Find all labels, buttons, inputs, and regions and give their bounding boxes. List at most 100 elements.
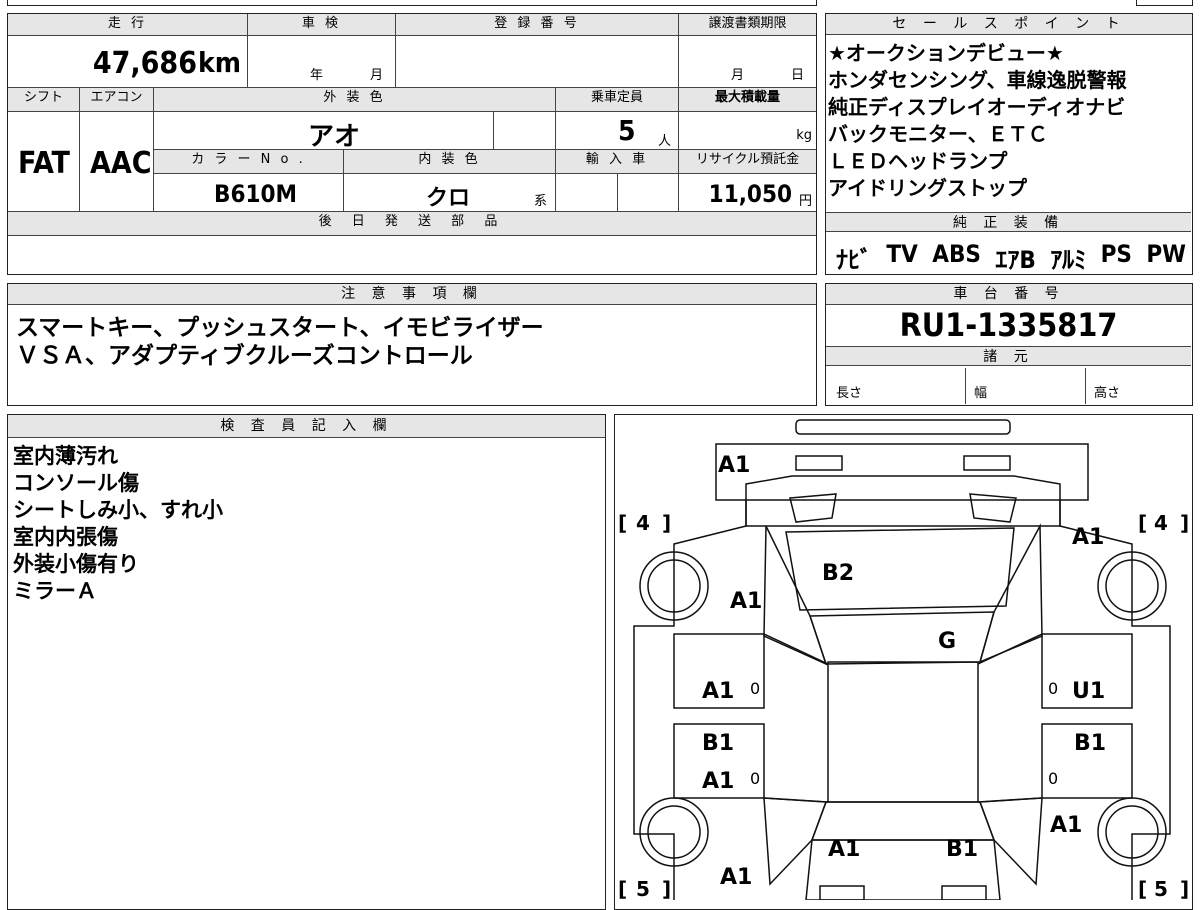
int-color-cell: クロ 系 bbox=[344, 174, 556, 212]
color-no-value: B610M bbox=[214, 180, 298, 208]
zero-mark: 0 bbox=[750, 679, 760, 698]
mark-left-front-fender: A1 bbox=[730, 589, 762, 614]
color-no-cell: B610M bbox=[154, 174, 344, 212]
top-cutoff-strip bbox=[7, 0, 817, 6]
mileage-header: 走 行 bbox=[8, 14, 248, 36]
mark-left-rear-door: A1 bbox=[702, 769, 734, 794]
zero-mark: 0 bbox=[1048, 679, 1058, 698]
tire-bracket-rl: [ bbox=[618, 877, 627, 900]
later-parts-header: 後 日 発 送 部 品 bbox=[8, 212, 816, 236]
ac-value: AAC bbox=[90, 146, 152, 181]
roof-shape bbox=[827, 661, 979, 803]
left-sill-line bbox=[763, 633, 829, 665]
sales-point-line: バックモニター、ＥＴＣ bbox=[828, 122, 1048, 146]
tire-bracket-fr-r: ] bbox=[1180, 511, 1189, 535]
ext-color-value: アオ bbox=[308, 122, 361, 152]
mark-left-step: B1 bbox=[702, 731, 734, 756]
tire-bracket-rr-r: ] bbox=[1180, 877, 1189, 900]
bottom-plate-shape-b bbox=[941, 885, 987, 900]
tire-fl: 4 bbox=[636, 511, 650, 535]
car-diagram: [ 4 ] [ 4 ] [ 5 ] [ 5 ] A1 A1 B2 A1 G A1… bbox=[618, 419, 1189, 900]
rear-wiper-right bbox=[969, 493, 1017, 523]
equipment-navi: ﾅﾋﾞ bbox=[836, 246, 872, 274]
doc-deadline-cell: 月 日 bbox=[679, 36, 816, 88]
doc-deadline-header: 譲渡書類期限 bbox=[679, 14, 816, 36]
sales-points-header: セ ー ル ス ポ イ ン ト bbox=[826, 14, 1192, 35]
sales-point-line: 純正ディスプレイオーディオナビ bbox=[828, 95, 1126, 119]
zero-mark: 0 bbox=[1048, 769, 1058, 788]
hood-shape bbox=[785, 527, 1015, 611]
tire-rl: 5 bbox=[636, 877, 650, 900]
inspection-month: 月 bbox=[370, 68, 384, 83]
int-color-value: クロ bbox=[426, 186, 471, 211]
left-lamp-shape bbox=[795, 455, 843, 471]
right-quarter-shape bbox=[978, 797, 1043, 886]
tire-bracket-fl-r: ] bbox=[662, 511, 671, 535]
chassis-box: 車 台 番 号 RU1-1335817 諸 元 長さ 幅 高さ bbox=[825, 283, 1193, 406]
tire-fr: 4 bbox=[1154, 511, 1168, 535]
color-no-header: カ ラ ー N o . bbox=[154, 150, 344, 174]
tire-rr: 5 bbox=[1154, 877, 1168, 900]
tire-bracket-fr: [ bbox=[1138, 511, 1147, 535]
doc-month: 月 bbox=[731, 68, 745, 83]
notes-box: 注 意 事 項 欄 スマートキー、プッシュスタート、イモビライザー ＶＳＡ、アダ… bbox=[7, 283, 817, 406]
int-color-header: 内 装 色 bbox=[344, 150, 556, 174]
equipment-pw: PW bbox=[1146, 240, 1186, 268]
mark-rear-right: B1 bbox=[946, 837, 978, 862]
length-label: 長さ bbox=[836, 386, 863, 401]
mark-right-front-fender: A1 bbox=[1072, 525, 1104, 550]
tire-bracket-rl-r: ] bbox=[662, 877, 671, 900]
windshield-shape bbox=[808, 611, 995, 665]
spec-header: 諸 元 bbox=[826, 346, 1191, 366]
mark-left-front-door: A1 bbox=[702, 679, 734, 704]
recycle-unit: 円 bbox=[798, 194, 812, 209]
sales-points-list: ★オークションデビュー★ ホンダセンシング、車線逸脱警報 純正ディスプレイオーデ… bbox=[828, 40, 1190, 202]
equipment-row: ﾅﾋﾞ TV ABS ｴｱB ｱﾙﾐ PS PW bbox=[836, 240, 1186, 275]
chassis-header: 車 台 番 号 bbox=[826, 284, 1192, 305]
tire-bracket-fl: [ bbox=[618, 511, 627, 535]
capacity-header: 乗車定員 bbox=[556, 88, 679, 112]
notes-list: スマートキー、プッシュスタート、イモビライザー ＶＳＡ、アダプティブクルーズコン… bbox=[16, 314, 544, 370]
inspector-line: シートしみ小、すれ小 bbox=[13, 498, 223, 522]
mileage-value: 47,686 bbox=[92, 46, 197, 81]
inspector-line: 室内内張傷 bbox=[13, 525, 118, 549]
inspector-line: ミラーＡ bbox=[13, 579, 97, 603]
equipment-airbag: ｴｱB bbox=[995, 246, 1036, 274]
height-label: 高さ bbox=[1094, 386, 1121, 401]
bottom-plate-shape bbox=[819, 885, 865, 900]
inspector-line: 室内薄汚れ bbox=[13, 444, 118, 468]
int-color-suffix: 系 bbox=[534, 194, 548, 209]
rear-bumper-shape bbox=[715, 443, 1089, 501]
mark-windshield: G bbox=[938, 629, 956, 654]
width-label: 幅 bbox=[974, 386, 988, 401]
max-load-header: 最大積載量 bbox=[679, 88, 816, 112]
height-cell: 高さ bbox=[1086, 368, 1191, 404]
mileage-cell: 47,686 km bbox=[8, 36, 248, 88]
width-cell: 幅 bbox=[966, 368, 1086, 404]
inspection-year: 年 bbox=[310, 68, 324, 83]
inspection-cell: 年 月 bbox=[248, 36, 396, 88]
mark-right-step: B1 bbox=[1074, 731, 1106, 756]
mileage-unit: km bbox=[198, 46, 241, 79]
shift-header: シフト bbox=[8, 88, 80, 112]
doc-day: 日 bbox=[791, 68, 805, 83]
inspector-notes: 室内薄汚れ コンソール傷 シートしみ小、すれ小 室内内張傷 外装小傷有り ミラー… bbox=[13, 443, 223, 605]
ext-color-cell: アオ bbox=[154, 112, 494, 152]
max-load-unit: kg bbox=[796, 128, 812, 143]
top-bar-shape bbox=[795, 419, 1011, 435]
inspector-box: 検 査 員 記 入 欄 室内薄汚れ コンソール傷 シートしみ小、すれ小 室内内張… bbox=[7, 414, 606, 910]
sales-point-line: ★オークションデビュー★ bbox=[828, 41, 1064, 65]
ac-header: エアコン bbox=[80, 88, 154, 112]
shift-cell: FAT bbox=[8, 112, 80, 212]
rear-window-shape bbox=[810, 801, 996, 841]
inspector-header: 検 査 員 記 入 欄 bbox=[8, 415, 605, 438]
rear-wiper-left bbox=[789, 493, 837, 523]
registration-header: 登 録 番 号 bbox=[396, 14, 679, 36]
right-sill-line bbox=[977, 633, 1043, 665]
mark-right-rear-quarter: A1 bbox=[1050, 813, 1082, 838]
right-fender-shape bbox=[978, 523, 1043, 664]
capacity-cell: 5 人 bbox=[556, 112, 679, 150]
capacity-value: 5 bbox=[618, 114, 636, 147]
capacity-unit: 人 bbox=[658, 134, 672, 149]
ac-cell: AAC bbox=[80, 112, 154, 212]
